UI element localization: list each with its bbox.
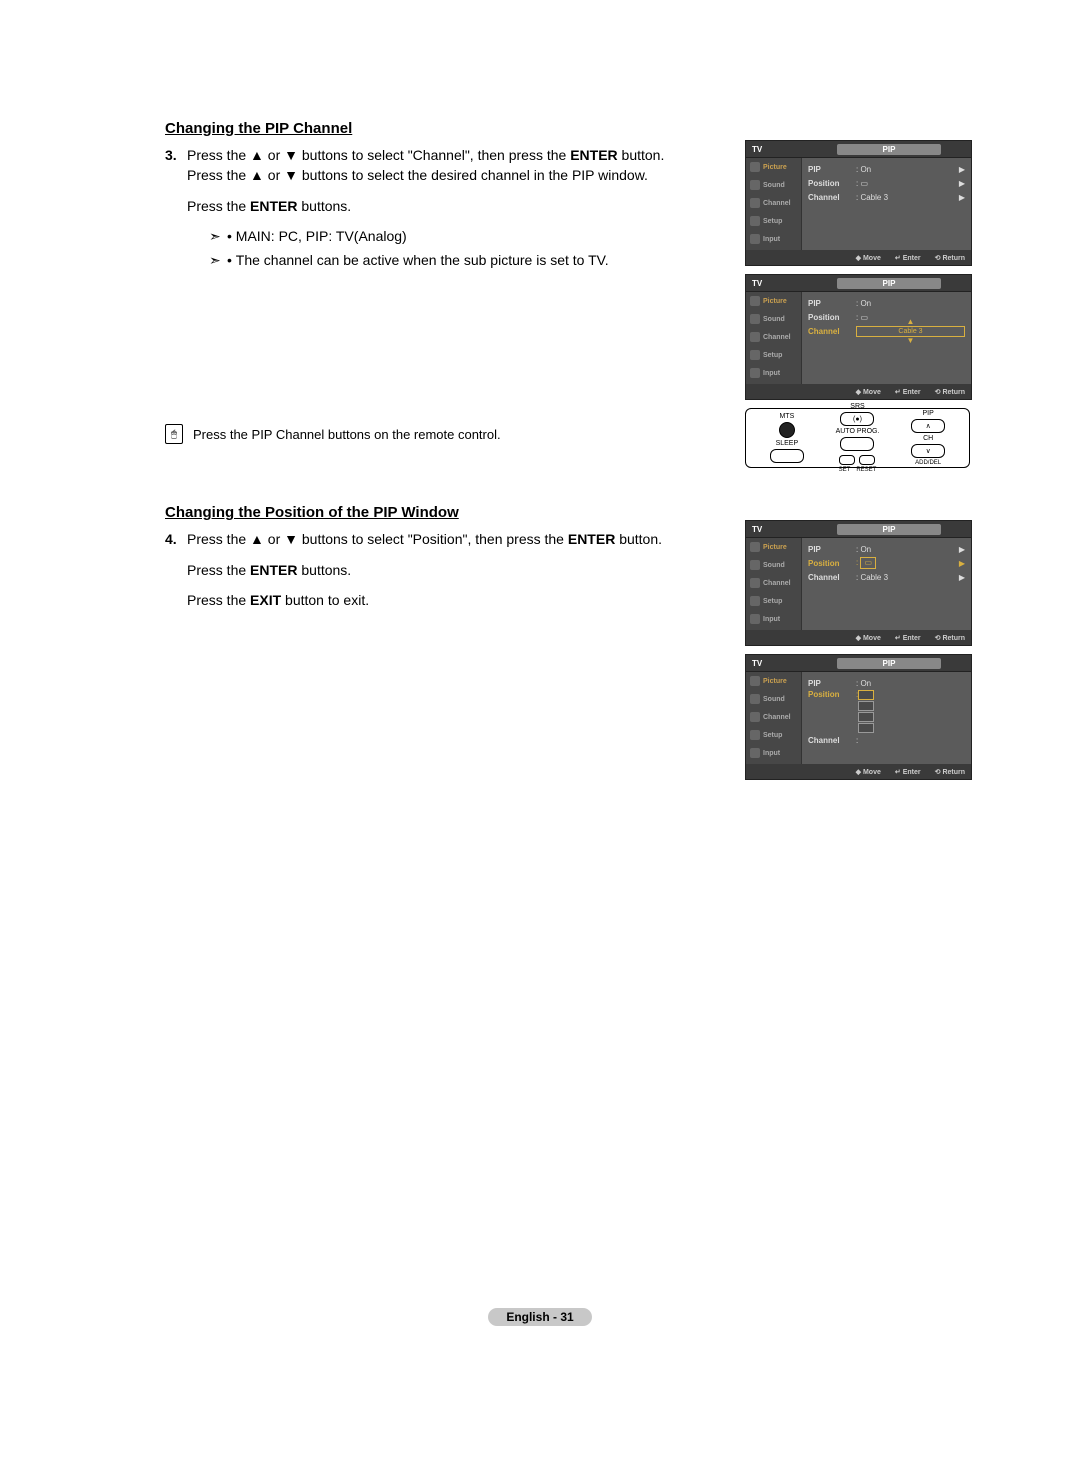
- step-4-line-1: Press the ▲ or ▼ buttons to select "Posi…: [187, 529, 740, 549]
- position-option[interactable]: [858, 723, 874, 733]
- channel-spinner-row[interactable]: Channel ▲ Cable 3 ▼: [808, 324, 965, 338]
- position-option[interactable]: [858, 701, 874, 711]
- pip-tab: PIP: [837, 144, 941, 155]
- tv-screen-pip-menu: TV PIP Picture Sound Channel Setup Input…: [745, 140, 972, 266]
- remote-icon: 🖱: [165, 424, 183, 444]
- note-arrow-icon: ➣: [209, 226, 227, 246]
- tv-screens-section1: TV PIP Picture Sound Channel Setup Input…: [745, 140, 970, 468]
- tv-header-label: TV: [746, 145, 807, 154]
- step-3-line-1: Press the ▲ or ▼ buttons to select "Chan…: [187, 145, 740, 186]
- tv-footer: ◆ Move ↵ Enter ⟲ Return: [746, 250, 971, 265]
- step-number: 3.: [165, 145, 187, 274]
- section-title-position: Changing the Position of the PIP Window: [165, 504, 970, 521]
- remote-set-button[interactable]: [839, 455, 855, 465]
- remote-control-diagram: MTS SLEEP SRS (●) AUTO PROG. SETRESET PI…: [745, 408, 970, 468]
- remote-sleep-button[interactable]: [770, 449, 804, 463]
- remote-reset-button[interactable]: [859, 455, 875, 465]
- tv-screen-position-highlight: TV PIP Picture Sound Channel Setup Input…: [745, 520, 972, 646]
- tv-sidebar: Picture Sound Channel Setup Input: [746, 158, 802, 250]
- page-number-pill: English - 31: [488, 1308, 591, 1326]
- position-row-highlight[interactable]: Position : ▭ ▶: [808, 556, 965, 570]
- step-3-line-2: Press the ENTER buttons.: [187, 196, 740, 216]
- section-title-channel: Changing the PIP Channel: [165, 120, 970, 137]
- position-option[interactable]: [858, 712, 874, 722]
- remote-pip-ch-up-button[interactable]: ∧: [911, 419, 945, 433]
- remote-hint-text: Press the PIP Channel buttons on the rem…: [193, 427, 501, 442]
- tv-screen-position-options: TV PIP Picture Sound Channel Setup Input…: [745, 654, 972, 780]
- step-4-line-3: Press the EXIT button to exit.: [187, 590, 740, 610]
- position-option[interactable]: [858, 690, 874, 700]
- remote-srs-button[interactable]: (●): [840, 412, 874, 426]
- page-footer: English - 31: [0, 1308, 1080, 1326]
- note-arrow-icon: ➣: [209, 250, 227, 270]
- spinner-down-icon[interactable]: ▼: [856, 337, 965, 345]
- note-channel-active: ➣ • The channel can be active when the s…: [209, 250, 740, 270]
- step-number: 4.: [165, 529, 187, 620]
- tv-screens-section2: TV PIP Picture Sound Channel Setup Input…: [745, 520, 970, 788]
- note-main-pip: ➣ • MAIN: PC, PIP: TV(Analog): [209, 226, 740, 246]
- step-4-line-2: Press the ENTER buttons.: [187, 560, 740, 580]
- remote-pip-ch-down-button[interactable]: ∨: [911, 444, 945, 458]
- spinner-up-icon[interactable]: ▲: [856, 318, 965, 326]
- tv-screen-channel-select: TV PIP Picture Sound Channel Setup Input…: [745, 274, 972, 400]
- position-options[interactable]: [858, 690, 874, 733]
- remote-mts-button[interactable]: [779, 422, 795, 438]
- remote-autoprog-button[interactable]: [840, 437, 874, 451]
